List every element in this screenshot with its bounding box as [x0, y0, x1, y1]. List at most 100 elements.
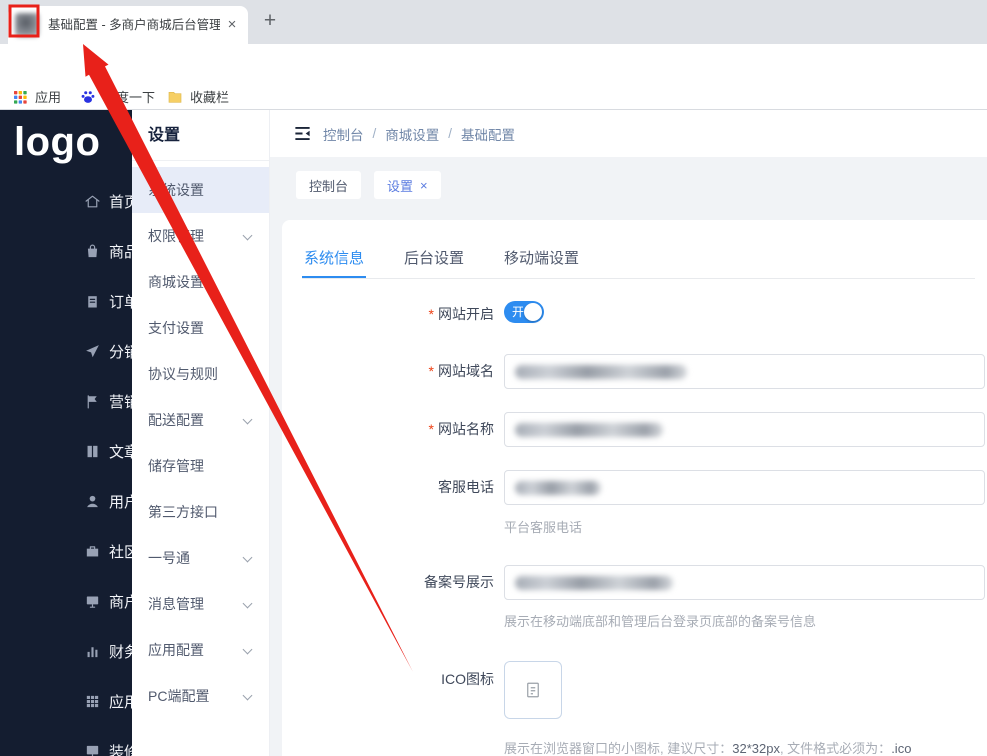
- ico-upload-box[interactable]: [504, 661, 562, 719]
- sidebar-item-home[interactable]: 首页: [0, 176, 139, 226]
- browser-tab[interactable]: 基础配置 - 多商户商城后台管理 ×: [8, 6, 248, 44]
- toggle-knob: [524, 303, 542, 321]
- chevron-down-icon: [242, 690, 253, 701]
- breadcrumb: 控制台 / 商城设置 / 基础配置: [323, 110, 515, 157]
- chevron-down-icon: [242, 552, 253, 563]
- site-open-toggle[interactable]: 开: [504, 301, 544, 323]
- book-icon: [84, 443, 101, 460]
- submenu-item-6[interactable]: 储存管理: [132, 443, 269, 489]
- tab-close-icon[interactable]: ×: [222, 15, 242, 35]
- breadcrumb-item[interactable]: 基础配置: [461, 124, 515, 144]
- sidebar-item-distribution[interactable]: 分销: [0, 326, 139, 376]
- sidebar-item-apps[interactable]: 应用: [0, 676, 139, 726]
- page-tab-label: 设置: [387, 178, 414, 194]
- bookmark-apps[interactable]: 应用: [12, 84, 61, 109]
- tab-后台设置[interactable]: 后台设置: [402, 242, 466, 278]
- page-tab-chip-0[interactable]: 控制台: [296, 171, 362, 199]
- divider: [132, 160, 269, 161]
- submenu-item-5[interactable]: 配送配置: [132, 397, 269, 443]
- redacted-value: [515, 423, 663, 437]
- submenu-item-2[interactable]: 商城设置: [132, 259, 269, 305]
- content-area: 控制台 / 商城设置 / 基础配置 控制台 设置 × 系统信息 后台设置 移动端设置 * 网站开启…: [270, 110, 987, 756]
- field-label: * 网站域名: [428, 363, 494, 379]
- ico-hint: 展示在浏览器窗口的小图标, 建议尺寸：32*32px, 文件格式必须为：.ico: [504, 741, 912, 756]
- form-row-site-name: * 网站名称: [282, 412, 987, 447]
- submenu-item-label: 储存管理: [148, 458, 204, 474]
- sidebar-item-goods[interactable]: 商品: [0, 226, 139, 276]
- submenu-item-label: 应用配置: [148, 642, 204, 658]
- form-row-icp: 备案号展示: [282, 565, 987, 600]
- logo: logo: [14, 120, 101, 164]
- baidu-paw-icon: [81, 90, 95, 103]
- icp-hint: 展示在移动端底部和管理后台登录页底部的备案号信息: [504, 614, 817, 629]
- main-sidebar-menu: 首页 商品 订单 分销 营销 文章 用户 社区 商户 财务 应用 装修: [0, 176, 139, 756]
- site-domain-input[interactable]: [504, 354, 985, 389]
- required-mark: *: [428, 306, 434, 322]
- screen: 基础配置 - 多商户商城后台管理 × + 应用 百度一下 收藏栏 logo 首页…: [0, 0, 987, 756]
- sidebar-item-marketing[interactable]: 营销: [0, 376, 139, 426]
- page-tabs: 控制台 设置 ×: [296, 171, 441, 199]
- tab-系统信息[interactable]: 系统信息: [302, 242, 367, 278]
- page-tab-label: 控制台: [309, 178, 349, 194]
- close-icon[interactable]: ×: [420, 178, 428, 193]
- submenu-item-4[interactable]: 协议与规则: [132, 351, 269, 397]
- redacted-value: [515, 576, 673, 590]
- submenu-item-label: 商城设置: [148, 274, 204, 290]
- send-icon: [84, 343, 101, 360]
- sidebar-item-orders[interactable]: 订单: [0, 276, 139, 326]
- submenu-item-0[interactable]: 系统设置: [132, 167, 269, 213]
- user-icon: [84, 493, 101, 510]
- field-label: * 网站开启: [428, 306, 494, 322]
- collapse-sidebar-icon[interactable]: [293, 124, 312, 143]
- breadcrumb-item[interactable]: 控制台: [323, 124, 364, 144]
- phone-input[interactable]: [504, 470, 985, 505]
- icp-input[interactable]: [504, 565, 985, 600]
- submenu-item-label: 协议与规则: [148, 366, 218, 382]
- field-label: 客服电话: [438, 479, 494, 495]
- submenu-item-10[interactable]: 应用配置: [132, 627, 269, 673]
- sidebar-item-community[interactable]: 社区: [0, 526, 139, 576]
- submenu-item-3[interactable]: 支付设置: [132, 305, 269, 351]
- submenu-item-label: 配送配置: [148, 412, 204, 428]
- settings-submenu: 设置 系统设置 权限管理 商城设置 支付设置 协议与规则 配送配置 储存管理 第三方接口 一号通…: [132, 110, 270, 756]
- bookmark-folder[interactable]: 收藏栏: [167, 84, 229, 109]
- phone-hint: 平台客服电话: [504, 520, 583, 535]
- grid-icon: [84, 693, 101, 710]
- bookmark-baidu[interactable]: 百度一下: [80, 84, 155, 109]
- image-placeholder-icon: [527, 682, 539, 698]
- browser-tab-title: 基础配置 - 多商户商城后台管理: [48, 18, 220, 32]
- sidebar-item-finance[interactable]: 财务: [0, 626, 139, 676]
- submenu-item-11[interactable]: PC端配置: [132, 673, 269, 719]
- browser-navbar: [0, 44, 987, 123]
- submenu-item-1[interactable]: 权限管理: [132, 213, 269, 259]
- sidebar-item-users[interactable]: 用户: [0, 476, 139, 526]
- field-label: ICO图标: [441, 671, 494, 687]
- site-name-input[interactable]: [504, 412, 985, 447]
- bookmark-label: 百度一下: [103, 90, 156, 105]
- breadcrumb-separator: /: [448, 126, 453, 141]
- storefront-icon: [84, 593, 101, 610]
- submenu-item-label: 一号通: [148, 550, 190, 566]
- submenu-list: 系统设置权限管理商城设置支付设置协议与规则配送配置储存管理第三方接口一号通消息管…: [132, 167, 269, 719]
- new-tab-button[interactable]: +: [256, 8, 284, 36]
- submenu-item-label: 权限管理: [148, 228, 204, 244]
- breadcrumb-separator: /: [372, 126, 377, 141]
- tab-移动端设置[interactable]: 移动端设置: [502, 242, 581, 278]
- folder-icon: [168, 91, 182, 103]
- page-tab-chip-1[interactable]: 设置 ×: [374, 171, 441, 199]
- submenu-item-9[interactable]: 消息管理: [132, 581, 269, 627]
- briefcase-icon: [84, 543, 101, 560]
- screen-icon: [84, 743, 101, 756]
- form-row-site-domain: * 网站域名: [282, 354, 987, 389]
- sidebar-item-decoration[interactable]: 装修: [0, 726, 139, 756]
- chevron-down-icon: [242, 414, 253, 425]
- sidebar-item-merchants[interactable]: 商户: [0, 576, 139, 626]
- bookmark-label: 收藏栏: [190, 90, 230, 105]
- home-icon: [84, 193, 101, 210]
- submenu-item-7[interactable]: 第三方接口: [132, 489, 269, 535]
- sidebar-item-articles[interactable]: 文章: [0, 426, 139, 476]
- breadcrumb-bar: 控制台 / 商城设置 / 基础配置: [270, 110, 987, 157]
- submenu-item-8[interactable]: 一号通: [132, 535, 269, 581]
- breadcrumb-item[interactable]: 商城设置: [385, 124, 439, 144]
- bookmark-label: 应用: [35, 90, 62, 105]
